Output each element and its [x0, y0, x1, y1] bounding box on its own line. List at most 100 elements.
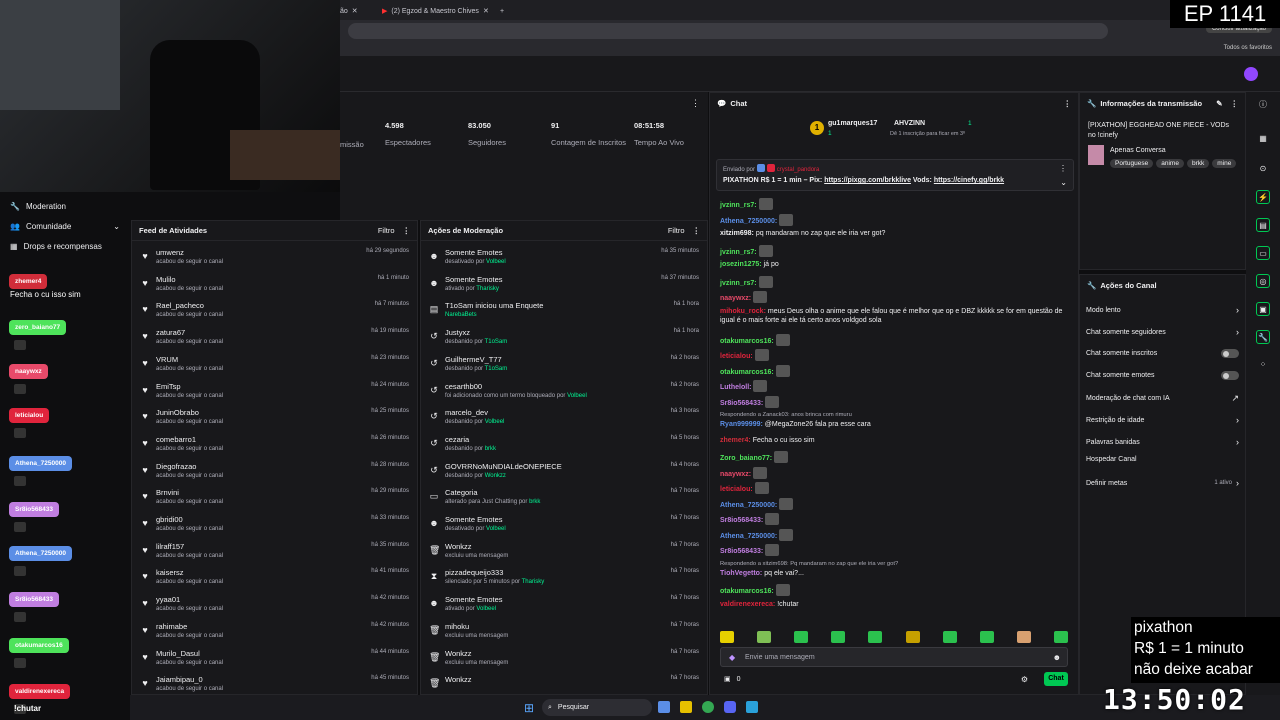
- feed-item[interactable]: ♥ zatura67 acabou de seguir o canal há 19 m…: [138, 326, 411, 352]
- chrome-icon[interactable]: [702, 701, 714, 713]
- nodes-icon[interactable]: ⁘: [1256, 358, 1270, 372]
- window-icon[interactable]: ▣: [1256, 302, 1270, 316]
- chat-message[interactable]: zhemer4: Fecha o cu isso sim: [720, 436, 1068, 445]
- mod-action-item[interactable]: ☻ Somente Emotes ativado por Volbeel há 7 h…: [427, 593, 701, 619]
- mod-action-by[interactable]: Volbeel: [476, 606, 496, 612]
- chat-message[interactable]: Lutheloll:: [720, 380, 1068, 392]
- feed-item[interactable]: ♥ lilraff157 acabou de seguir o canal há 35…: [138, 540, 411, 566]
- channel-action-item[interactable]: Palavras banidas ›: [1086, 437, 1239, 447]
- browser-tab[interactable]: ão ✕: [340, 4, 358, 18]
- mod-action-item[interactable]: 🗑 Wonkzz excluiu uma mensagem há 7 horas: [427, 540, 701, 566]
- chat-message[interactable]: josezin1275: já po: [720, 260, 1068, 269]
- chat-message[interactable]: mihoku_rock: meus Deus olha o anime que …: [720, 307, 1068, 325]
- grid-icon[interactable]: ▦: [1256, 132, 1270, 146]
- chat-username[interactable]: jvzinn_rs7:: [720, 280, 757, 287]
- chat-username[interactable]: jvzinn_rs7:: [720, 202, 757, 209]
- chat-username[interactable]: jvzinn_rs7:: [720, 249, 757, 256]
- avatar[interactable]: [1244, 67, 1258, 81]
- channel-action-item[interactable]: Chat somente emotes: [1086, 371, 1239, 380]
- chat-username[interactable]: leticialou:: [720, 353, 753, 360]
- mod-action-by[interactable]: Tharisky: [522, 579, 545, 585]
- channel-points[interactable]: ▣ 0: [724, 675, 741, 684]
- mod-action-item[interactable]: 🗑 mihoku excluiu uma mensagem há 7 horas: [427, 620, 701, 646]
- chat-message[interactable]: otakumarcos16:: [720, 584, 1068, 596]
- mod-action-by[interactable]: T1oSam: [485, 366, 508, 372]
- feed-item[interactable]: ♥ kaisersz acabou de seguir o canal há 41 m…: [138, 566, 411, 592]
- more-icon[interactable]: ⋮: [691, 98, 700, 109]
- feed-item[interactable]: ♥ gbridi00 acabou de seguir o canal há 33 m…: [138, 513, 411, 539]
- chat-username[interactable]: otakumarcos16:: [720, 588, 774, 595]
- chat-username[interactable]: Zoro_baiano77:: [720, 455, 772, 462]
- pinned-message[interactable]: Enviado por crystal_pandora PIXATHON R$ …: [716, 159, 1074, 191]
- taskbar-search[interactable]: ⌕ Pesquisar: [542, 699, 652, 716]
- emote-icon[interactable]: [1016, 631, 1031, 643]
- app-icon[interactable]: [746, 701, 758, 713]
- mod-action-by[interactable]: Volbeel: [486, 526, 506, 532]
- chat-message[interactable]: naaywxz:: [720, 291, 1068, 303]
- chat-message[interactable]: Athena_7250000:: [720, 213, 1068, 226]
- more-icon[interactable]: ⋮: [403, 226, 411, 235]
- chat-message[interactable]: jvzinn_rs7:: [720, 198, 1068, 210]
- gear-icon[interactable]: ⚙: [1021, 675, 1028, 684]
- feed-item[interactable]: ♥ EmiTsp acabou de seguir o canal há 24 min…: [138, 380, 411, 406]
- feed-item[interactable]: ♥ Mulilo acabou de seguir o canal há 1 minu…: [138, 273, 411, 299]
- mod-action-by[interactable]: Wonkzz: [485, 473, 506, 479]
- channel-action-item[interactable]: Restrição de idade ›: [1086, 415, 1239, 425]
- feed-item[interactable]: ♥ Murilo_Dasul acabou de seguir o canal há …: [138, 647, 411, 673]
- toggle-switch[interactable]: [1221, 349, 1239, 358]
- mod-action-item[interactable]: 🗑 Wonkzz excluiu uma mensagem há 7 horas: [427, 647, 701, 673]
- file-explorer-icon[interactable]: [658, 701, 670, 713]
- broadcast-icon[interactable]: ◎: [1256, 274, 1270, 288]
- emote-icon[interactable]: [757, 631, 772, 643]
- mod-action-item[interactable]: ↺ marcelo_dev desbanido por Volbeel há 3 ho…: [427, 406, 701, 432]
- mod-action-by[interactable]: Volbeel: [485, 419, 505, 425]
- emote-icon[interactable]: [942, 631, 957, 643]
- chat-message[interactable]: jvzinn_rs7:: [720, 244, 1068, 257]
- chat-username[interactable]: Sr8io568433:: [720, 517, 763, 524]
- emote-picker-icon[interactable]: ☻: [1053, 653, 1061, 662]
- chat-message[interactable]: naaywxz:: [720, 466, 1068, 479]
- chat-message[interactable]: Ryan999999: @MegaZone26 fala pra esse ca…: [720, 420, 1068, 429]
- toggle-switch[interactable]: [1221, 371, 1239, 380]
- chat-send-button[interactable]: Chat: [1044, 672, 1068, 686]
- channel-action-item[interactable]: Definir metas 1 ativo ›: [1086, 478, 1239, 488]
- chat-message[interactable]: leticialou:: [720, 482, 1068, 494]
- chat-username[interactable]: leticialou:: [720, 486, 753, 493]
- url-field[interactable]: [348, 23, 1108, 39]
- feed-item[interactable]: ♥ yyaa01 acabou de seguir o canal há 42 min…: [138, 593, 411, 619]
- emote-icon[interactable]: [794, 631, 809, 643]
- chat-message[interactable]: jvzinn_rs7:: [720, 275, 1068, 288]
- mod-filter-button[interactable]: Filtro: [668, 226, 685, 235]
- chat-message[interactable]: Athena_7250000:: [720, 528, 1068, 541]
- mod-action-item[interactable]: ↺ cesarthb00 foi adicionado como um termo …: [427, 380, 701, 406]
- folder-icon[interactable]: [680, 701, 692, 713]
- mod-action-by[interactable]: NarebaBets: [445, 312, 477, 318]
- sidebar-item-drops[interactable]: ▦ Drops e recompensas: [10, 242, 102, 251]
- more-icon[interactable]: ⋮: [1231, 99, 1239, 108]
- chat-message[interactable]: Sr8io568433:: [720, 544, 1068, 556]
- more-icon[interactable]: ⋮: [693, 226, 701, 235]
- mod-action-by[interactable]: brkk: [529, 499, 540, 505]
- mod-action-item[interactable]: ☻ Somente Emotes desativado por Volbeel há …: [427, 513, 701, 539]
- pinned-link[interactable]: https://cinefy.gg/brkk: [934, 177, 1004, 184]
- mod-action-item[interactable]: ☻ Somente Emotes ativado por Tharisky há 37…: [427, 273, 701, 299]
- mod-action-by[interactable]: T1oSam: [485, 339, 508, 345]
- chat-username[interactable]: naaywxz:: [720, 295, 751, 302]
- chat-message[interactable]: valdirenexereca: !chutar: [720, 600, 1068, 609]
- channel-action-item[interactable]: Moderação de chat com IA ↗: [1086, 393, 1239, 404]
- stream-tag[interactable]: Portuguese: [1110, 159, 1154, 168]
- chat-username[interactable]: TiohVegetto:: [720, 570, 762, 577]
- emote-icon[interactable]: [720, 631, 734, 643]
- chat-username[interactable]: Sr8io568433:: [720, 400, 763, 407]
- chat-username[interactable]: zhemer4:: [720, 437, 751, 444]
- stream-tag[interactable]: brkk: [1186, 159, 1210, 168]
- new-tab-button[interactable]: +: [500, 4, 504, 18]
- chat-message[interactable]: TiohVegetto: pq ele vai?...: [720, 569, 1068, 578]
- mod-action-item[interactable]: ☻ Somente Emotes desativado por Volbeel há …: [427, 246, 701, 272]
- chat-username[interactable]: valdirenexereca:: [720, 601, 775, 608]
- wrench-icon[interactable]: 🔧: [1256, 330, 1270, 344]
- more-icon[interactable]: ⋮: [1059, 164, 1067, 173]
- channel-action-item[interactable]: Chat somente inscritos: [1086, 349, 1239, 358]
- chat-message[interactable]: otakumarcos16:: [720, 364, 1068, 377]
- feed-item[interactable]: ♥ Brnvini acabou de seguir o canal há 29 mi…: [138, 486, 411, 512]
